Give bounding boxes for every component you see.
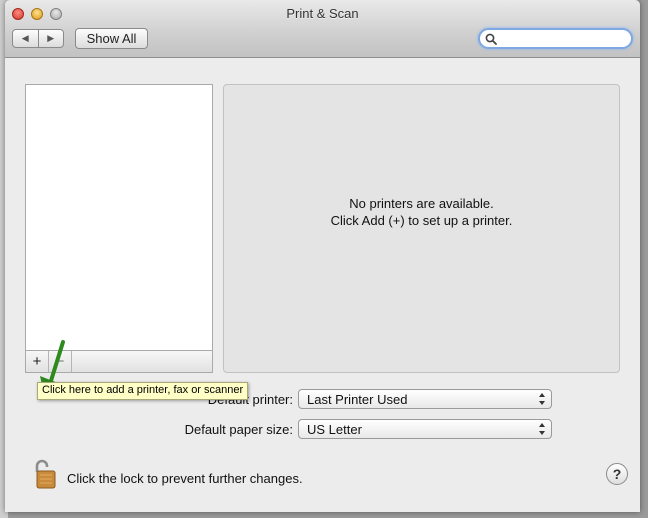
add-printer-hint: Click Add (+) to set up a printer. — [330, 213, 513, 228]
default-paper-size-popup[interactable]: US Letter — [298, 419, 552, 439]
default-printer-popup[interactable]: Last Printer Used — [298, 389, 552, 409]
search-icon — [485, 33, 497, 45]
back-button[interactable]: ◀ — [13, 30, 39, 47]
printer-list[interactable] — [25, 84, 213, 373]
popup-arrows-icon — [539, 393, 545, 405]
show-all-button[interactable]: Show All — [75, 28, 148, 49]
forward-arrow-icon: ▶ — [47, 33, 55, 43]
lock-status-text: Click the lock to prevent further change… — [67, 471, 303, 486]
window-title: Print & Scan — [286, 6, 359, 21]
print-scan-window: Print & Scan ◀ ▶ Show All + − No printer… — [5, 0, 640, 512]
unlocked-lock-icon[interactable] — [33, 458, 59, 490]
popup-arrows-icon — [539, 423, 545, 435]
default-paper-size-label: Default paper size: — [184, 422, 293, 437]
preferences-pane: + − No printers are available. Click Add… — [5, 58, 640, 512]
search-input[interactable] — [500, 31, 628, 46]
back-forward-control: ◀ ▶ — [12, 29, 64, 48]
help-button[interactable]: ? — [606, 463, 628, 485]
printer-detail-panel: No printers are available. Click Add (+)… — [223, 84, 620, 373]
title-bar: Print & Scan ◀ ▶ Show All — [5, 0, 640, 58]
no-printers-line: No printers are available. — [349, 196, 494, 211]
back-arrow-icon: ◀ — [21, 33, 29, 43]
search-field[interactable] — [478, 28, 633, 49]
default-printer-value: Last Printer Used — [307, 392, 408, 407]
default-paper-size-value: US Letter — [307, 422, 362, 437]
no-printers-message: No printers are available. Click Add (+)… — [224, 195, 619, 229]
forward-button[interactable]: ▶ — [39, 30, 64, 47]
add-printer-tooltip: Click here to add a printer, fax or scan… — [37, 382, 249, 400]
